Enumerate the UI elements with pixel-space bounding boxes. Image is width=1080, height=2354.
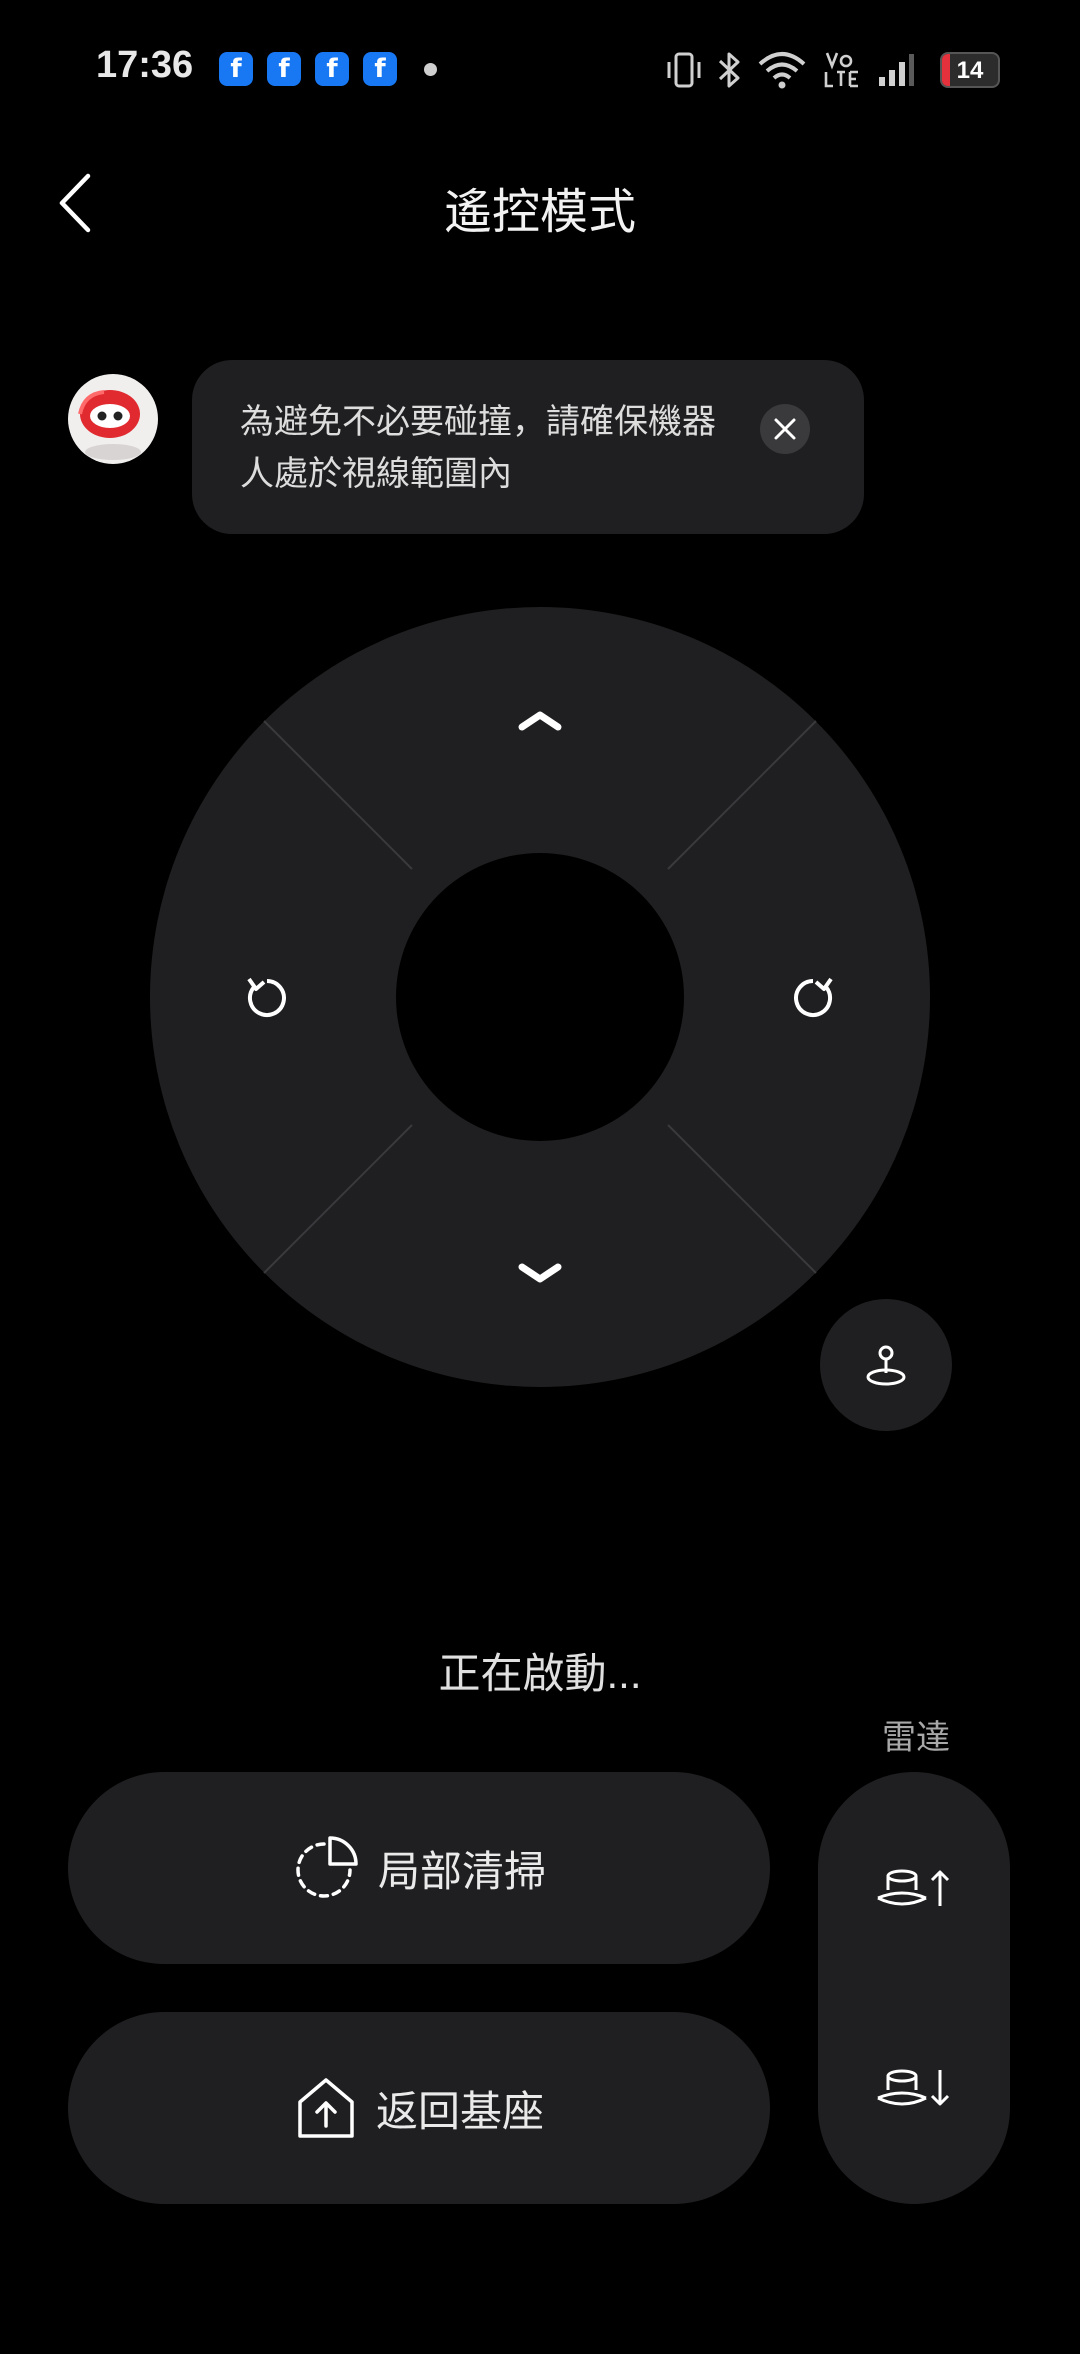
move-backward-button[interactable] xyxy=(450,1227,630,1347)
move-forward-button[interactable] xyxy=(450,647,630,767)
connection-status-text: 正在啟動... xyxy=(438,1650,642,1697)
home-arrow-up-icon xyxy=(298,2078,354,2138)
facebook-notification-icon: f xyxy=(315,52,349,86)
facebook-notification-icon: f xyxy=(363,52,397,86)
tip-text: 為避免不必要碰撞，請確保機器人處於視線範圍內 xyxy=(240,403,716,493)
joystick-icon xyxy=(866,1345,906,1386)
radar-raise-icon xyxy=(877,1869,950,1906)
battery-level: 14 xyxy=(956,57,984,84)
signal-icon xyxy=(879,54,914,86)
return-dock-button[interactable]: 返回基座 xyxy=(68,2012,770,2204)
facebook-notification-icon: f xyxy=(267,52,301,86)
battery-indicator: 14 xyxy=(940,52,1000,88)
radar-control-panel xyxy=(818,1772,1010,2204)
dpad-center xyxy=(396,853,684,1141)
bluetooth-icon xyxy=(718,52,740,88)
radar-raise-button[interactable] xyxy=(818,1828,1010,1948)
wifi-icon xyxy=(758,52,806,89)
radar-label: 雷達 xyxy=(882,1719,950,1757)
rotate-left-button[interactable] xyxy=(190,907,330,1087)
volte-icon xyxy=(824,52,858,88)
page-title: 遙控模式 xyxy=(443,186,636,239)
radar-lower-button[interactable] xyxy=(818,2028,1010,2148)
spot-clean-button[interactable]: 局部清掃 xyxy=(68,1772,770,1964)
close-icon xyxy=(774,418,796,440)
tip-banner: 為避免不必要碰撞，請確保機器人處於視線範圍內 xyxy=(192,360,864,534)
vibrate-icon xyxy=(667,52,701,88)
status-time: 17:36 xyxy=(96,44,194,86)
return-dock-label: 返回基座 xyxy=(375,2087,544,2135)
close-tip-button[interactable] xyxy=(760,404,810,454)
spot-clean-label: 局部清掃 xyxy=(377,1847,546,1895)
dashed-pie-icon xyxy=(296,1836,358,1898)
direction-pad xyxy=(150,607,930,1387)
more-notifications-dot xyxy=(424,63,437,76)
joystick-mode-button[interactable] xyxy=(820,1299,952,1431)
radar-lower-icon xyxy=(877,2069,950,2106)
rotate-right-button[interactable] xyxy=(750,907,890,1087)
robot-mascot-avatar xyxy=(68,374,158,464)
facebook-notification-icon: f xyxy=(219,52,253,86)
